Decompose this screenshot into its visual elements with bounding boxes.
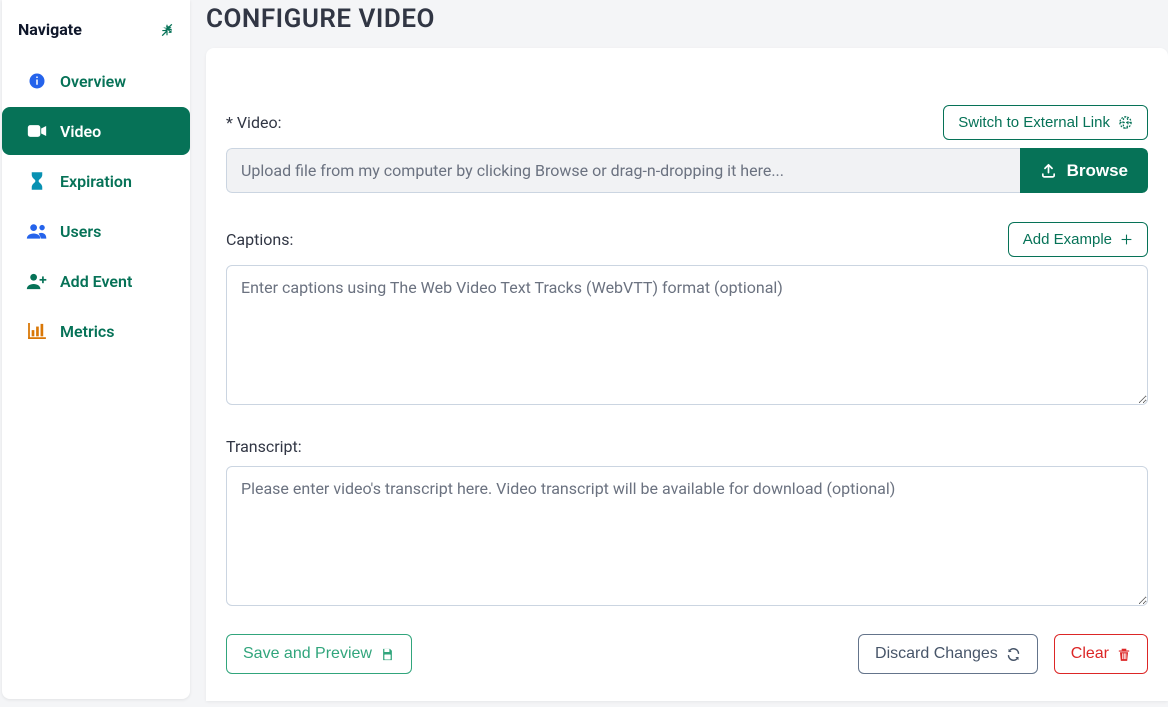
config-card: * Video: Switch to External Link Upload … (206, 48, 1168, 701)
sidebar: Navigate Overview Video (2, 0, 190, 699)
save-preview-label: Save and Preview (243, 645, 372, 663)
video-camera-icon (26, 123, 48, 139)
add-example-label: Add Example (1023, 231, 1112, 248)
sidebar-item-metrics[interactable]: Metrics (2, 307, 190, 355)
captions-label: Captions: (226, 230, 293, 249)
user-plus-icon (26, 273, 48, 290)
video-label: * Video: (226, 113, 281, 132)
sidebar-item-users[interactable]: Users (2, 207, 190, 255)
sidebar-item-label: Metrics (60, 322, 114, 341)
hourglass-icon (26, 172, 48, 190)
upload-icon (1040, 162, 1057, 179)
captions-textarea[interactable] (226, 265, 1148, 405)
sidebar-title: Navigate (18, 20, 82, 39)
captions-field: Captions: Add Example (226, 221, 1148, 409)
globe-icon (1118, 115, 1133, 130)
sidebar-nav: Overview Video Expiration Users (2, 57, 190, 357)
browse-label: Browse (1067, 161, 1128, 181)
refresh-icon (1006, 647, 1021, 662)
upload-row: Upload file from my computer by clicking… (226, 148, 1148, 193)
upload-dropzone[interactable]: Upload file from my computer by clicking… (226, 148, 1020, 193)
sidebar-item-add-event[interactable]: Add Event (2, 257, 190, 305)
info-circle-icon (26, 72, 48, 90)
switch-external-link-button[interactable]: Switch to External Link (943, 105, 1148, 140)
trash-icon (1117, 647, 1131, 662)
transcript-field: Transcript: (226, 437, 1148, 610)
discard-changes-button[interactable]: Discard Changes (858, 634, 1038, 674)
sidebar-item-expiration[interactable]: Expiration (2, 157, 190, 205)
sidebar-item-label: Overview (60, 72, 126, 91)
switch-external-link-label: Switch to External Link (958, 114, 1110, 131)
actions-row: Save and Preview Discard Changes Clear (226, 634, 1148, 674)
sidebar-item-label: Expiration (60, 172, 132, 191)
sidebar-item-label: Video (60, 122, 101, 141)
browse-button[interactable]: Browse (1020, 148, 1148, 193)
sidebar-item-label: Users (60, 222, 101, 241)
add-example-button[interactable]: Add Example (1008, 222, 1148, 257)
clear-label: Clear (1071, 645, 1109, 663)
save-preview-button[interactable]: Save and Preview (226, 634, 412, 674)
transcript-label: Transcript: (226, 437, 302, 456)
sidebar-item-overview[interactable]: Overview (2, 57, 190, 105)
sidebar-item-video[interactable]: Video (2, 107, 190, 155)
clear-button[interactable]: Clear (1054, 634, 1148, 674)
discard-changes-label: Discard Changes (875, 645, 998, 663)
collapse-icon[interactable] (160, 23, 174, 37)
users-icon (26, 223, 48, 239)
transcript-textarea[interactable] (226, 466, 1148, 606)
bar-chart-icon (26, 323, 48, 339)
page-title: CONFIGURE VIDEO (206, 4, 1168, 34)
plus-icon (1120, 233, 1133, 246)
sidebar-item-label: Add Event (60, 272, 132, 291)
save-icon (380, 647, 395, 662)
main: CONFIGURE VIDEO * Video: Switch to Exter… (206, 0, 1168, 701)
video-field: * Video: Switch to External Link Upload … (226, 104, 1148, 193)
